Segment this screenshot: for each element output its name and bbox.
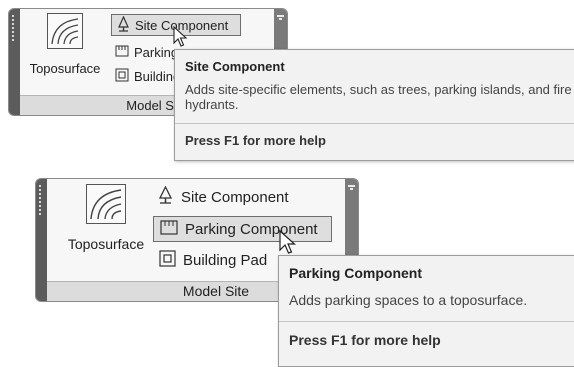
toposurface-label: Toposurface xyxy=(29,61,101,76)
site-component-button[interactable]: Site Component xyxy=(158,185,289,208)
parking-icon xyxy=(115,45,129,60)
toposurface-button[interactable]: Toposurface xyxy=(23,13,107,76)
toposurface-icon xyxy=(47,13,83,49)
parking-component-label: Parking Component xyxy=(185,220,318,238)
tooltip-help: Press F1 for more help xyxy=(185,133,326,148)
toposurface-button[interactable]: Toposurface xyxy=(58,184,154,252)
building-pad-icon xyxy=(115,68,129,85)
tooltip-site-component: Site Component Adds site-specific elemen… xyxy=(174,49,574,161)
tree-icon xyxy=(117,15,130,35)
tooltip-help: Press F1 for more help xyxy=(289,332,441,348)
building-pad-button[interactable]: Building Pad xyxy=(159,249,267,271)
panel-grip[interactable] xyxy=(9,9,20,115)
toposurface-icon xyxy=(86,184,126,224)
building-pad-button[interactable]: Building Pad xyxy=(115,67,175,85)
parking-component-button[interactable]: Parking Component xyxy=(153,216,332,242)
parking-component-button[interactable]: Parking Component xyxy=(115,43,175,61)
panel-title-label: Model Site xyxy=(182,283,250,299)
building-pad-label: Building Pad xyxy=(183,251,268,269)
tooltip-parking-component: Parking Component Adds parking spaces to… xyxy=(278,255,574,367)
tooltip-description: Adds site-specific elements, such as tre… xyxy=(185,82,572,112)
site-component-label: Site Component xyxy=(181,188,289,206)
panel-grip[interactable] xyxy=(36,179,47,301)
tooltip-separator xyxy=(279,321,574,322)
toposurface-label: Toposurface xyxy=(67,236,145,252)
tooltip-description: Adds parking spaces to a toposurface. xyxy=(289,292,528,308)
tooltip-title: Parking Component xyxy=(289,265,423,281)
parking-icon xyxy=(160,219,178,239)
tooltip-title: Site Component xyxy=(185,59,285,74)
tooltip-separator xyxy=(175,123,574,124)
building-pad-label: Building Pad xyxy=(134,68,175,84)
tree-icon xyxy=(158,185,173,208)
parking-component-label: Parking Component xyxy=(134,44,175,60)
building-pad-icon xyxy=(159,249,176,271)
